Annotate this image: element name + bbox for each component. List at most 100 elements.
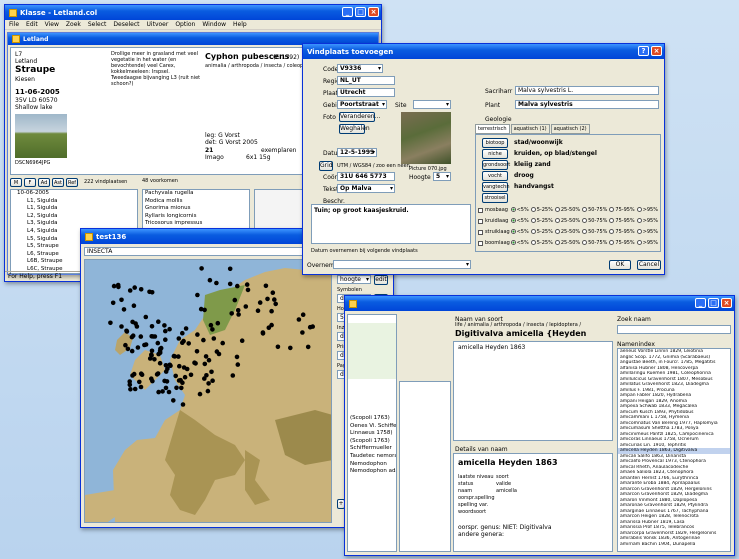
vindplaats-titlebar[interactable]: Vindplaats toevoegen ? × (303, 44, 664, 59)
dialog-close-button[interactable]: × (651, 46, 662, 56)
menu-item-help[interactable]: Help (233, 21, 247, 28)
percent-option[interactable]: <5% (510, 207, 529, 213)
habitat-strooisel-button[interactable]: strooisel (482, 193, 508, 203)
datum-field[interactable]: 12-5-1999 (337, 148, 377, 157)
regio-field[interactable]: NL_UT (337, 76, 395, 85)
layer-checkbox[interactable] (478, 240, 483, 246)
percent-option[interactable]: >95% (636, 218, 658, 224)
percent-option[interactable]: >95% (636, 207, 658, 213)
percent-option[interactable]: 25-50% (554, 218, 580, 224)
tree-item[interactable]: L1, Sigulda (11, 205, 137, 213)
percent-option[interactable]: <5% (510, 229, 529, 235)
names-minimize-button[interactable]: _ (695, 298, 706, 308)
layer-checkbox[interactable] (478, 229, 483, 235)
percent-option[interactable]: 75-95% (609, 229, 635, 235)
percent-option[interactable]: 5-25% (530, 207, 553, 213)
map-panel-edit-button[interactable]: edit (374, 275, 388, 285)
menu-item-view[interactable]: View (45, 21, 59, 28)
tree-item[interactable]: L1, Sigulda (11, 198, 137, 206)
plant-field[interactable]: Malva sylvestris (515, 100, 659, 109)
percent-option[interactable]: 75-95% (609, 218, 635, 224)
tree-item[interactable]: L2, Sigulda (11, 213, 137, 221)
percent-option[interactable]: 5-25% (530, 218, 553, 224)
layer-checkbox[interactable] (478, 207, 483, 213)
grid-button[interactable]: Grid (319, 161, 333, 171)
coord-field[interactable]: 31U 646 5773 (337, 172, 395, 181)
species-list-item[interactable]: Ryllaris longicornis (143, 213, 249, 221)
species-list-item[interactable]: Tricosorus impressus (143, 220, 249, 228)
percent-option[interactable]: 5-25% (530, 229, 553, 235)
percent-option[interactable]: >95% (636, 240, 658, 246)
maximize-button[interactable]: □ (355, 7, 366, 17)
percent-option[interactable]: 25-50% (554, 207, 580, 213)
menu-item-file[interactable]: File (9, 21, 19, 28)
names-tree-item[interactable]: Taudetec nemoralis (348, 453, 396, 461)
names-tree-item[interactable]: Oenes Vi. Schiffermu (348, 423, 396, 431)
names-close-button[interactable]: × (721, 298, 732, 308)
habitat-vocht-button[interactable]: vocht (482, 171, 508, 181)
toolbar-button-m[interactable]: M (10, 177, 22, 187)
species-list-item[interactable]: Gnorima mionus (143, 205, 249, 213)
tree-item[interactable]: L3, Sigulda (11, 220, 137, 228)
tab-2[interactable]: aquatisch (2) (550, 124, 590, 134)
toolbar-button-ad[interactable]: Ad (38, 177, 50, 187)
percent-option[interactable]: 5-25% (530, 240, 553, 246)
menu-item-select[interactable]: Select (88, 21, 107, 28)
ok-button[interactable]: OK (609, 260, 631, 270)
sacriharr-field[interactable]: Malva sylvestris L. (515, 86, 659, 95)
names-maximize-button[interactable]: □ (708, 298, 719, 308)
habitat-biotoop-button[interactable]: biotoop (482, 138, 508, 148)
names-tree-item[interactable]: (Scopoli 1763) (348, 415, 396, 423)
species-list-item[interactable]: Pachyvala rugella (143, 190, 249, 198)
habitat-photo[interactable] (15, 114, 67, 158)
search-name-input[interactable] (617, 325, 731, 334)
code-field[interactable]: V9336 (337, 64, 383, 73)
toolbar-button-ref[interactable]: Ref (66, 177, 78, 187)
beschr-field[interactable]: Tuin; op groot kaasjeskruid. (311, 204, 471, 244)
site-field[interactable] (413, 100, 451, 109)
plaats-field[interactable]: Utrecht (337, 88, 395, 97)
help-button[interactable]: ? (638, 46, 649, 56)
percent-option[interactable]: 25-50% (554, 240, 580, 246)
namenindex-item[interactable]: angustae Beeth, in Fourcr. 1785, Megatit… (618, 360, 730, 366)
menu-item-zoek[interactable]: Zoek (66, 21, 81, 28)
menu-item-option[interactable]: Option (175, 21, 195, 28)
toolbar-button-f[interactable]: F (24, 177, 36, 187)
weghalen-button[interactable]: Weghalen (339, 124, 370, 134)
minimize-button[interactable]: _ (342, 7, 353, 17)
tab-1[interactable]: aquatisch (1) (510, 124, 550, 134)
habitat-vangtechn-button[interactable]: vangtechn (482, 182, 510, 192)
names-left-tree[interactable]: (Scopoli 1763)Oenes Vi. SchiffermuLinnae… (347, 314, 397, 552)
menu-item-edit[interactable]: Edit (26, 21, 38, 28)
namenindex-item[interactable]: amirnam Bachin 1904, Dunapella (618, 542, 730, 548)
species-subtree[interactable] (399, 381, 451, 552)
gebied-field[interactable]: Poortstraat (337, 100, 387, 109)
percent-option[interactable]: 50-75% (582, 240, 607, 246)
layer-checkbox[interactable] (478, 218, 483, 224)
klasse-titlebar[interactable]: Klasse - Letland.col _ □ × (5, 5, 381, 20)
names-tree-item[interactable]: Nemodophon (348, 461, 396, 469)
close-button[interactable]: × (368, 7, 379, 17)
overnemen-field[interactable] (333, 260, 471, 269)
veranderen-button[interactable]: Veranderen... (339, 112, 380, 122)
percent-option[interactable]: <5% (510, 240, 529, 246)
names-tree-item[interactable]: Nemodophon adanorelli (Allen 1 (348, 468, 396, 476)
tekst-field[interactable]: Op Malva (337, 184, 395, 193)
habitat-grondsoort-button[interactable]: grondsoort (482, 160, 510, 170)
location-photo[interactable] (401, 112, 451, 164)
percent-option[interactable]: >95% (636, 229, 658, 235)
namenindex-list[interactable]: aeneus Vorstle Linnin 1829, Leiotinia ang… (617, 348, 731, 552)
species-list-item[interactable]: Modica mollis (143, 198, 249, 206)
menu-item-uitvoer[interactable]: Uitvoer (147, 21, 169, 28)
habitat-niche-button[interactable]: niche (482, 149, 508, 159)
percent-option[interactable]: 50-75% (582, 207, 607, 213)
percent-option[interactable]: 75-95% (609, 240, 635, 246)
cancel-button[interactable]: Cancel (637, 260, 661, 270)
percent-option[interactable]: 50-75% (582, 218, 607, 224)
menu-item-deselect[interactable]: Deselect (113, 21, 139, 28)
percent-option[interactable]: <5% (510, 218, 529, 224)
names-tree-item[interactable]: Schiffermueller (348, 445, 396, 453)
names-tree-item[interactable]: Linnaeus 1758) (348, 430, 396, 438)
menu-item-window[interactable]: Window (202, 21, 226, 28)
names-titlebar[interactable]: _ □ × (345, 296, 734, 311)
